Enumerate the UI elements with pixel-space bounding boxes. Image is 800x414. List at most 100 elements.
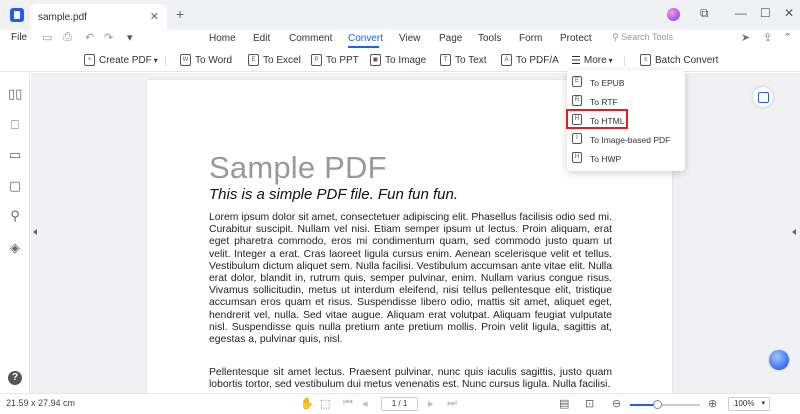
pdf-title: Sample PDF <box>209 150 387 185</box>
layers-icon[interactable]: ◈ <box>8 241 22 255</box>
document-tab-title: sample.pdf <box>38 12 87 23</box>
highlight-box <box>566 109 628 129</box>
collapse-right-panel-icon[interactable] <box>792 229 796 235</box>
thumbnails-icon[interactable]: ▯▯ <box>8 87 22 101</box>
menu-convert[interactable]: Convert <box>348 33 383 44</box>
zoom-out-icon[interactable]: ⊖ <box>612 397 621 410</box>
menu-edit[interactable]: Edit <box>253 33 270 44</box>
last-page-icon[interactable]: ⏭ <box>447 397 457 410</box>
fit-width-icon[interactable]: ⊡ <box>585 397 594 410</box>
to-word-button[interactable]: W To Word <box>180 52 232 68</box>
print-icon[interactable]: ⎙ <box>63 31 72 44</box>
upload-icon[interactable]: ⇪ <box>763 31 772 44</box>
zoom-slider[interactable] <box>630 400 700 409</box>
close-window-icon[interactable]: ✕ <box>784 6 794 20</box>
close-tab-icon[interactable]: ✕ <box>150 10 159 23</box>
search-icon[interactable]: ⚲ <box>8 209 22 223</box>
menu-item-to-rtf[interactable]: R To RTF <box>567 92 685 110</box>
page-size: 21.59 x 27.94 cm <box>6 398 76 408</box>
select-tool-icon[interactable]: ⬚ <box>320 397 330 410</box>
menu-file[interactable]: File <box>11 32 27 43</box>
to-excel-button[interactable]: E To Excel <box>248 52 301 68</box>
ribbon-divider <box>624 56 625 66</box>
menu-item-to-hwp[interactable]: H To HWP <box>567 149 685 167</box>
restore-window-icon[interactable]: ⧉ <box>700 6 709 21</box>
menu-protect[interactable]: Protect <box>560 33 592 44</box>
zoom-slider-handle[interactable] <box>652 400 662 409</box>
menu-bar: File ▭ ⎙ ↶ ↷ ▾ Home Edit Comment Convert… <box>0 30 800 48</box>
minimize-icon[interactable]: — <box>735 6 747 20</box>
avatar[interactable] <box>667 8 680 21</box>
customize-toolbar-icon[interactable]: ▾ <box>127 31 133 44</box>
search-tools-label: Search Tools <box>621 32 673 42</box>
collapse-ribbon-icon[interactable]: ⌃ <box>783 31 792 44</box>
menu-form[interactable]: Form <box>519 33 542 44</box>
to-pdfa-button[interactable]: A To PDF/A <box>501 52 559 68</box>
zoom-in-icon[interactable]: ⊕ <box>708 397 717 410</box>
batch-convert-button[interactable]: ≡ Batch Convert <box>640 52 718 68</box>
create-pdf-icon: + <box>84 54 95 66</box>
convert-ribbon: + Create PDF ▾ W To Word E To Excel P To… <box>0 48 800 72</box>
chevron-down-icon: ▾ <box>761 400 765 407</box>
first-page-icon[interactable]: ⏮ <box>343 397 353 410</box>
image-icon: ▣ <box>370 54 381 66</box>
menu-view[interactable]: View <box>399 33 421 44</box>
hand-tool-icon[interactable]: ✋ <box>300 397 314 410</box>
maximize-icon[interactable]: ☐ <box>760 6 771 20</box>
menu-item-to-epub[interactable]: E To EPUB <box>567 73 685 91</box>
create-pdf-button[interactable]: + Create PDF ▾ <box>84 52 158 68</box>
new-tab-icon[interactable]: + <box>176 6 184 22</box>
search-tools[interactable]: ⚲ Search Tools <box>612 32 673 43</box>
left-sidebar: ▯▯ ⎕ ▭ ▢ ⚲ ◈ ? <box>0 73 30 393</box>
more-label: More <box>583 54 607 66</box>
more-icon: ☰ <box>571 54 581 67</box>
title-bar: sample.pdf ✕ + ⧉ — ☐ ✕ <box>0 0 800 30</box>
next-page-icon[interactable]: ▸ <box>428 397 434 410</box>
app-logo-icon <box>10 8 24 22</box>
menu-comment[interactable]: Comment <box>289 33 332 44</box>
menu-home[interactable]: Home <box>209 33 236 44</box>
pdf-paragraph: Pellentesque sit amet lectus. Praesent p… <box>209 367 612 391</box>
help-icon[interactable]: ? <box>8 371 22 385</box>
page-layout-icon[interactable]: ▤ <box>559 397 569 410</box>
pdfa-icon: A <box>501 54 512 66</box>
ai-assistant-icon[interactable] <box>769 350 789 370</box>
menu-tools[interactable]: Tools <box>478 33 501 44</box>
menu-item-to-image-based-pdf[interactable]: I To Image-based PDF <box>567 130 685 148</box>
menu-item-label: To EPUB <box>590 78 625 88</box>
batch-icon: ≡ <box>640 54 651 66</box>
menu-page[interactable]: Page <box>439 33 462 44</box>
chevron-down-icon: ▾ <box>608 55 613 65</box>
chevron-down-icon: ▾ <box>153 55 158 65</box>
to-ppt-button[interactable]: P To PPT <box>311 52 359 68</box>
ppt-icon: P <box>311 54 322 66</box>
redo-icon[interactable]: ↷ <box>104 31 113 44</box>
to-image-button[interactable]: ▣ To Image <box>370 52 426 68</box>
comments-icon[interactable]: ▭ <box>8 148 22 162</box>
convert-float-icon[interactable] <box>753 87 773 107</box>
more-button[interactable]: ☰ More ▾ <box>571 52 613 68</box>
to-ppt-label: To PPT <box>326 54 359 66</box>
to-word-label: To Word <box>195 54 233 66</box>
zoom-level-select[interactable]: 100% ▾ <box>728 397 770 411</box>
menu-item-label: To HWP <box>590 154 622 164</box>
collapse-left-panel-icon[interactable] <box>33 229 37 235</box>
bookmark-icon[interactable]: ⎕ <box>8 118 22 132</box>
zoom-level-value: 100% <box>734 399 755 408</box>
document-tab[interactable]: sample.pdf ✕ <box>30 4 167 30</box>
pdf-paragraph: Lorem ipsum dolor sit amet, consectetuer… <box>209 212 612 346</box>
save-icon[interactable]: ▭ <box>42 31 52 44</box>
to-pdfa-label: To PDF/A <box>516 54 559 66</box>
previous-page-icon[interactable]: ◂ <box>362 397 368 410</box>
epub-icon: E <box>572 76 582 87</box>
to-text-button[interactable]: T To Text <box>440 52 487 68</box>
text-icon: T <box>440 54 451 66</box>
batch-convert-label: Batch Convert <box>655 54 719 66</box>
status-bar: 21.59 x 27.94 cm ✋ ⬚ ⏮ ◂ 1 / 1 ▸ ⏭ ▤ ⊡ ⊖… <box>0 393 800 414</box>
attachments-icon[interactable]: ▢ <box>8 179 22 193</box>
share-icon[interactable]: ➤ <box>741 31 750 44</box>
undo-icon[interactable]: ↶ <box>85 31 94 44</box>
page-number-input[interactable]: 1 / 1 <box>381 397 418 411</box>
rtf-icon: R <box>572 95 582 106</box>
image-pdf-icon: I <box>572 133 582 144</box>
